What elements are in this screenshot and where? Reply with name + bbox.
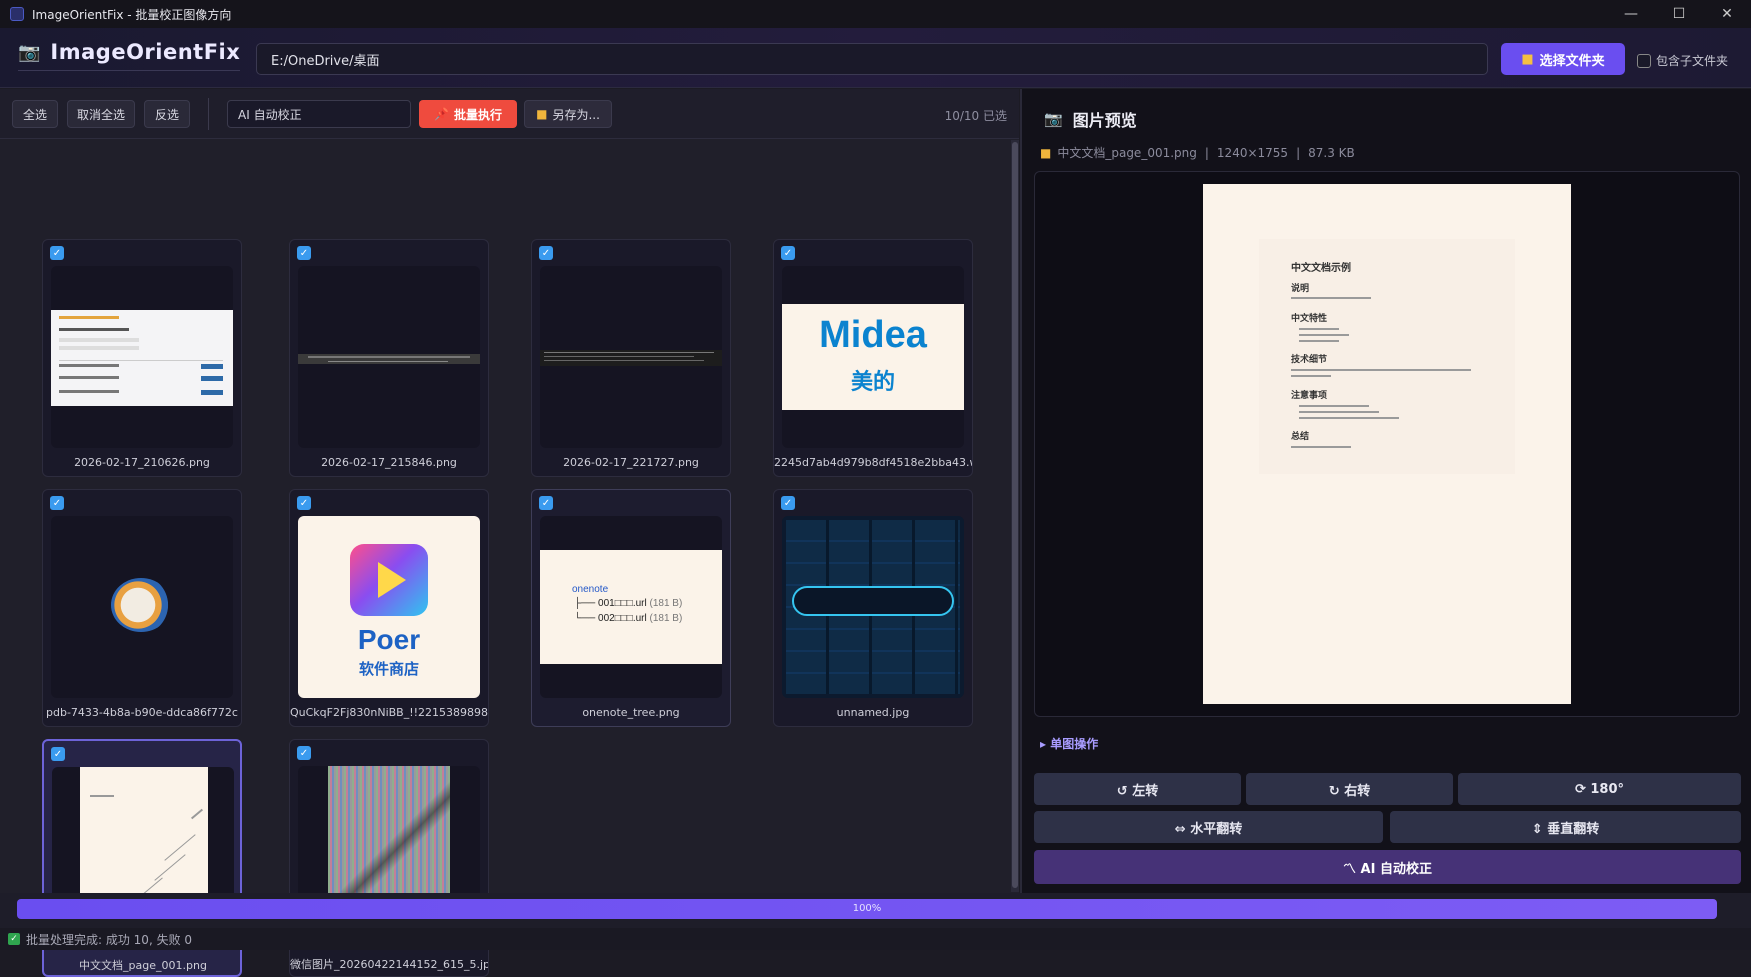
folder-icon: ■ — [1521, 51, 1534, 67]
pin-icon: 📌 — [434, 107, 449, 121]
batch-execute-button[interactable]: 📌 批量执行 — [419, 100, 517, 128]
check-icon[interactable]: ✓ — [50, 246, 64, 260]
thumbnail — [782, 516, 964, 698]
file-list-pane: 全选 取消全选 反选 AI 自动校正 📌 批量执行 ■ 另存为... 10/10… — [0, 89, 1019, 977]
midea-logo: Midea — [819, 314, 927, 356]
progress-bar: 100% — [17, 899, 1717, 919]
close-icon[interactable]: ✕ — [1703, 0, 1751, 28]
window-controls: — ☐ ✕ — [1607, 0, 1751, 28]
window-title: ImageOrientFix - 批量校正图像方向 — [32, 7, 232, 22]
status-bar: ✓ 批量处理完成: 成功 10, 失败 0 — [0, 928, 1751, 950]
thumbnail: Poer 软件商店 — [298, 516, 480, 698]
file-name: QuCkqF2Fj830nNiBB_!!2215389898 — [290, 706, 488, 719]
preview-canvas: 中文文档示例 说明 中文特性 技术细节 注意事项 总结 — [1034, 171, 1740, 717]
flip-horizontal-button[interactable]: ⇔ 水平翻转 — [1034, 811, 1383, 843]
brand: 📷 ImageOrientFix — [18, 40, 241, 71]
thumbnail — [51, 266, 233, 448]
checkbox-icon — [1637, 53, 1651, 68]
file-card[interactable]: ✓ 2026-02-17_221727.png — [531, 239, 731, 477]
check-icon[interactable]: ✓ — [781, 246, 795, 260]
file-card[interactable]: ✓ onenote ├── 001□□□.url (181 B) └── 002… — [531, 489, 731, 727]
grid-scrollbar[interactable] — [1011, 140, 1019, 892]
file-card[interactable]: ✓ Midea 美的 2245d7ab4d979b8df4518e2bba43.… — [773, 239, 973, 477]
dashboard-banner — [792, 586, 954, 616]
file-name: 微信图片_20260422144152_615_5.jpg — [290, 958, 488, 971]
file-name: 2026-02-17_210626.png — [74, 456, 210, 469]
rotate-right-button[interactable]: ↻ 右转 — [1246, 773, 1453, 805]
success-icon: ✓ — [8, 933, 20, 945]
check-icon[interactable]: ✓ — [297, 496, 311, 510]
toolbar-divider — [208, 98, 209, 130]
file-card[interactable]: ✓ 2026-02-17_210626.png — [42, 239, 242, 477]
thumbnail — [298, 266, 480, 448]
mascot-image — [111, 578, 171, 632]
camera-icon: 📷 — [18, 41, 41, 63]
thumbnail — [540, 266, 722, 448]
folder-icon: ■ — [1040, 145, 1052, 160]
ai-auto-fix-button[interactable]: 〽 AI 自动校正 — [1034, 850, 1741, 884]
progress-area: 100% — [0, 893, 1751, 928]
file-name: 2245d7ab4d979b8df4518e2bba43.webp — [774, 456, 972, 469]
include-subfolders-checkbox[interactable]: 包含子文件夹 — [1637, 52, 1728, 69]
status-text: 批量处理完成: 成功 10, 失败 0 — [26, 932, 193, 947]
preview-pane: 📷 图片预览 ■ 中文文档_page_001.png | 1240×1755 |… — [1022, 89, 1751, 893]
preview-file-info: ■ 中文文档_page_001.png | 1240×1755 | 87.3 K… — [1040, 145, 1355, 161]
app-header: 📷 ImageOrientFix E:/OneDrive/桌面 ■ 选择文件夹 … — [0, 28, 1751, 88]
invert-selection-button[interactable]: 反选 — [144, 100, 190, 128]
file-name: onenote_tree.png — [582, 706, 680, 719]
rotate-180-button[interactable]: ⟳ 180° — [1458, 773, 1741, 805]
mode-select[interactable]: AI 自动校正 — [227, 100, 411, 128]
brand-name: ImageOrientFix — [50, 40, 241, 64]
check-icon[interactable]: ✓ — [297, 246, 311, 260]
preview-title: 📷 图片预览 — [1044, 110, 1137, 130]
save-as-button[interactable]: ■ 另存为... — [524, 100, 612, 128]
check-icon[interactable]: ✓ — [781, 496, 795, 510]
file-name: 2026-02-17_215846.png — [321, 456, 457, 469]
file-name: 中文文档_page_001.png — [79, 959, 207, 972]
selected-count: 10/10 已选 — [944, 109, 1007, 123]
thumbnail — [51, 516, 233, 698]
folder-icon: ■ — [536, 107, 548, 121]
flip-vertical-button[interactable]: ⇕ 垂直翻转 — [1390, 811, 1741, 843]
check-icon[interactable]: ✓ — [50, 496, 64, 510]
check-icon[interactable]: ✓ — [539, 496, 553, 510]
check-icon[interactable]: ✓ — [51, 747, 65, 761]
file-name: pdb-7433-4b8a-b90e-ddca86f772c — [46, 706, 238, 719]
thumbnail-grid: ✓ 2026-02-17_210626.png ✓ 2026-02-17_215… — [0, 140, 1010, 977]
folder-path-input[interactable]: E:/OneDrive/桌面 — [256, 43, 1488, 75]
scrollbar-thumb[interactable] — [1012, 142, 1018, 888]
title-bar: ImageOrientFix - 批量校正图像方向 — ☐ ✕ — [0, 0, 1751, 28]
select-all-button[interactable]: 全选 — [12, 100, 58, 128]
file-card[interactable]: ✓ pdb-7433-4b8a-b90e-ddca86f772c — [42, 489, 242, 727]
camera-icon: 📷 — [1044, 110, 1063, 128]
single-ops-label[interactable]: ▸ 单图操作 — [1040, 735, 1098, 752]
file-card[interactable]: ✓ unnamed.jpg — [773, 489, 973, 727]
app-icon — [10, 7, 24, 21]
check-icon[interactable]: ✓ — [297, 746, 311, 760]
deselect-all-button[interactable]: 取消全选 — [67, 100, 135, 128]
file-card[interactable]: ✓ Poer 软件商店 QuCkqF2Fj830nNiBB_!!22153898… — [289, 489, 489, 727]
check-icon[interactable]: ✓ — [539, 246, 553, 260]
play-icon — [378, 562, 406, 598]
maximize-icon[interactable]: ☐ — [1655, 0, 1703, 28]
file-name: unnamed.jpg — [836, 706, 910, 719]
file-name: 2026-02-17_221727.png — [563, 456, 699, 469]
rotate-left-button[interactable]: ↺ 左转 — [1034, 773, 1241, 805]
minimize-icon[interactable]: — — [1607, 0, 1655, 28]
document-preview: 中文文档示例 说明 中文特性 技术细节 注意事项 总结 — [1203, 184, 1571, 704]
thumbnail: Midea 美的 — [782, 266, 964, 448]
file-card[interactable]: ✓ 2026-02-17_215846.png — [289, 239, 489, 477]
list-toolbar: 全选 取消全选 反选 AI 自动校正 📌 批量执行 ■ 另存为... 10/10… — [0, 89, 1019, 139]
thumbnail: onenote ├── 001□□□.url (181 B) └── 002□□… — [540, 516, 722, 698]
choose-folder-button[interactable]: ■ 选择文件夹 — [1501, 43, 1625, 75]
progress-text: 100% — [852, 903, 882, 914]
